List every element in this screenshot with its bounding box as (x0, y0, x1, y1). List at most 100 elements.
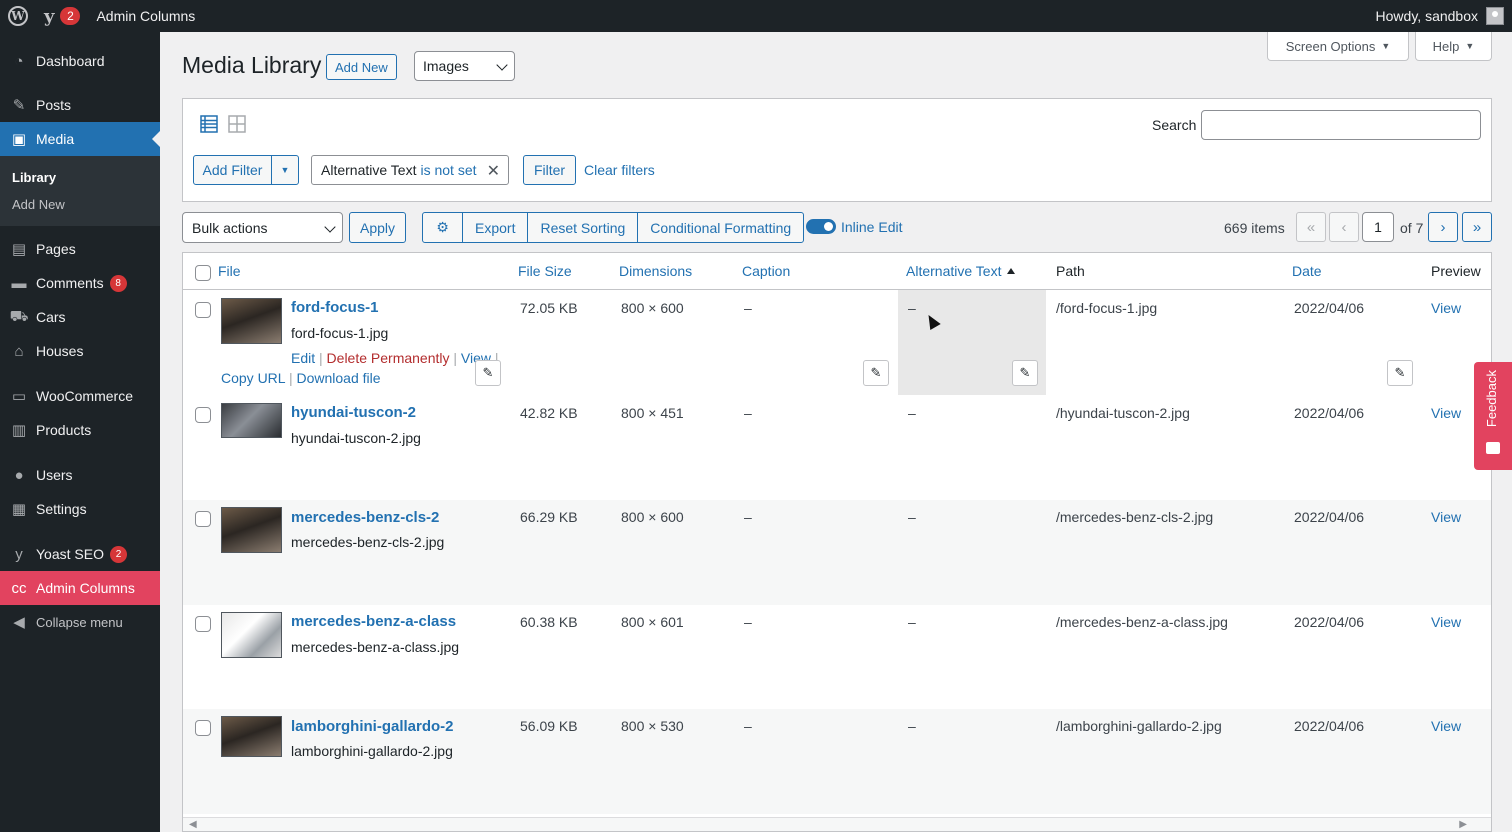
column-file-size[interactable]: File Size (518, 263, 572, 279)
conditional-formatting-button[interactable]: Conditional Formatting (638, 213, 803, 242)
file-size-cell: 60.38 KB (520, 614, 578, 630)
row-checkbox[interactable] (195, 511, 211, 527)
menu-item-posts[interactable]: ✎ Posts (0, 88, 160, 122)
row-checkbox[interactable] (195, 616, 211, 632)
previous-page-button[interactable]: ‹ (1329, 212, 1359, 242)
media-filename: ford-focus-1.jpg (291, 325, 389, 341)
reset-sorting-button[interactable]: Reset Sorting (528, 213, 639, 242)
column-file[interactable]: File (218, 263, 241, 279)
current-page-input[interactable]: 1 (1362, 212, 1394, 242)
preview-view-link[interactable]: View (1431, 405, 1461, 421)
preview-view-link[interactable]: View (1431, 614, 1461, 630)
add-new-button[interactable]: Add New (326, 54, 397, 80)
file-size-cell: 56.09 KB (520, 718, 578, 734)
row-checkbox[interactable] (195, 407, 211, 423)
thumbnail-image[interactable] (221, 403, 282, 438)
submenu-library[interactable]: Library (0, 164, 160, 191)
copy-url-link[interactable]: Copy URL (221, 370, 285, 386)
media-title-link[interactable]: hyundai-tuscon-2 (291, 404, 416, 421)
media-table: File File Size Dimensions Caption Altern… (182, 252, 1492, 832)
thumbnail-image[interactable] (221, 507, 282, 553)
media-title-link[interactable]: mercedes-benz-a-class (291, 613, 456, 630)
preview-view-link[interactable]: View (1431, 718, 1461, 734)
help-button[interactable]: Help ▼ (1415, 32, 1492, 61)
edit-link[interactable]: Edit (291, 350, 315, 366)
dimensions-cell: 800 × 530 (621, 718, 684, 734)
menu-item-woocommerce[interactable]: ▭ WooCommerce (0, 379, 160, 413)
column-date[interactable]: Date (1292, 263, 1322, 279)
remove-filter-icon[interactable]: ✕ (487, 161, 500, 181)
filter-button[interactable]: Filter (523, 155, 576, 185)
yoast-menu[interactable]: y 2 (36, 0, 88, 32)
menu-item-admin-columns[interactable]: cc Admin Columns (0, 571, 160, 605)
add-filter-button[interactable]: Add Filter (193, 155, 272, 185)
preview-view-link[interactable]: View (1431, 300, 1461, 316)
page-title: Media Library (182, 52, 322, 78)
thumbnail-image[interactable] (221, 298, 282, 344)
site-name-link[interactable]: Admin Columns (88, 0, 203, 32)
inline-edit-pencil-icon[interactable]: ✎ (475, 360, 501, 386)
bulk-actions-select[interactable]: Bulk actions (182, 212, 343, 243)
filter-field: Alternative Text (321, 162, 417, 178)
menu-item-comments[interactable]: ▬ Comments 8 (0, 266, 160, 300)
preview-view-link[interactable]: View (1431, 509, 1461, 525)
collapse-menu-button[interactable]: ◀ Collapse menu (0, 605, 160, 639)
row-checkbox[interactable] (195, 302, 211, 318)
media-type-select[interactable]: Images (414, 51, 515, 81)
column-caption[interactable]: Caption (742, 263, 790, 279)
media-title-link[interactable]: lamborghini-gallardo-2 (291, 718, 454, 735)
wordpress-logo-icon[interactable]: W (0, 0, 36, 32)
export-button[interactable]: Export (463, 213, 529, 242)
horizontal-scrollbar[interactable]: ◀ ▶ (183, 817, 1491, 831)
menu-item-dashboard[interactable]: ◔ Dashboard (0, 44, 160, 78)
media-title-link[interactable]: ford-focus-1 (291, 299, 379, 316)
scroll-left-icon[interactable]: ◀ (189, 819, 197, 830)
column-settings-button[interactable]: ⚙ (423, 213, 463, 242)
active-filter-chip[interactable]: Alternative Text is not set ✕ (311, 155, 509, 185)
apply-button[interactable]: Apply (349, 212, 406, 243)
grid-view-icon[interactable] (228, 115, 246, 133)
file-size-cell: 66.29 KB (520, 509, 578, 525)
add-filter-dropdown-button[interactable]: ▼ (271, 155, 299, 185)
download-file-link[interactable]: Download file (296, 370, 380, 386)
media-title-link[interactable]: mercedes-benz-cls-2 (291, 509, 439, 526)
caption-cell: – (744, 718, 752, 734)
pages-icon: ▤ (11, 241, 27, 258)
menu-item-users[interactable]: ● Users (0, 458, 160, 492)
menu-item-media[interactable]: ▣ Media (0, 122, 160, 156)
items-count: 669 items (1224, 220, 1285, 236)
inline-edit-toggle[interactable] (806, 219, 836, 234)
menu-item-cars[interactable]: ⛟ Cars (0, 300, 160, 334)
inline-edit-pencil-icon[interactable]: ✎ (1387, 360, 1413, 386)
sort-ascending-icon (1007, 268, 1016, 274)
yoast-icon: y (15, 545, 23, 563)
column-dimensions[interactable]: Dimensions (619, 263, 692, 279)
menu-item-pages[interactable]: ▤ Pages (0, 232, 160, 266)
account-menu[interactable]: Howdy, sandbox (1368, 0, 1512, 32)
list-view-icon[interactable] (200, 115, 218, 133)
woocommerce-icon: ▭ (11, 388, 27, 405)
row-checkbox[interactable] (195, 720, 211, 736)
menu-item-products[interactable]: ▥ Products (0, 413, 160, 447)
submenu-add-new[interactable]: Add New (0, 191, 160, 218)
scroll-right-icon[interactable]: ▶ (1459, 819, 1467, 830)
menu-item-yoast-seo[interactable]: y Yoast SEO 2 (0, 537, 160, 571)
first-page-button[interactable]: « (1296, 212, 1326, 242)
last-page-button[interactable]: » (1462, 212, 1492, 242)
clear-filters-link[interactable]: Clear filters (584, 162, 655, 178)
thumbnail-image[interactable] (221, 612, 282, 658)
inline-edit-label: Inline Edit (841, 219, 903, 235)
search-input[interactable] (1201, 110, 1481, 140)
thumbnail-image[interactable] (221, 716, 282, 757)
column-alternative-text[interactable]: Alternative Text (906, 263, 1016, 279)
menu-item-settings[interactable]: ▦ Settings (0, 492, 160, 526)
inline-edit-pencil-icon[interactable]: ✎ (863, 360, 889, 386)
next-page-button[interactable]: › (1428, 212, 1458, 242)
inline-edit-pencil-icon[interactable]: ✎ (1012, 360, 1038, 386)
screen-options-button[interactable]: Screen Options ▼ (1267, 32, 1409, 61)
select-all-checkbox[interactable] (195, 265, 211, 281)
delete-permanently-link[interactable]: Delete Permanently (327, 350, 450, 366)
pin-icon: ✎ (12, 97, 26, 114)
menu-item-houses[interactable]: ⌂ Houses (0, 334, 160, 368)
feedback-tab[interactable]: Feedback (1474, 362, 1512, 470)
